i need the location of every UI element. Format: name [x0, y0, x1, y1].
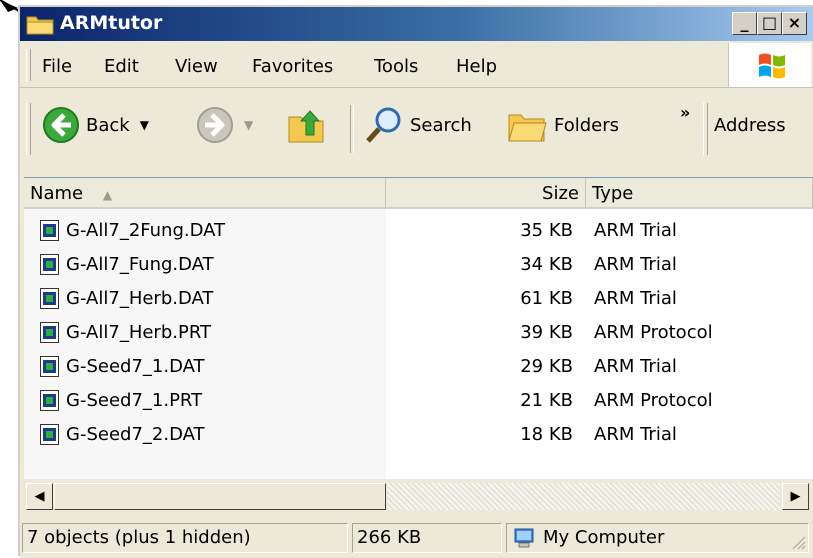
file-row[interactable]: G-All7_Fung.DAT 34 KB ARM Trial [24, 249, 813, 283]
column-size-label: Size [542, 183, 579, 204]
scroll-thumb[interactable] [54, 483, 386, 510]
forward-arrow-icon [197, 107, 233, 143]
file-name: G-All7_Herb.PRT [66, 322, 212, 343]
file-name: G-Seed7_1.DAT [66, 356, 205, 377]
minimize-button[interactable]: _ [732, 12, 757, 35]
file-row[interactable]: G-All7_2Fung.DAT 35 KB ARM Trial [24, 215, 813, 249]
file-size: 18 KB [520, 424, 573, 445]
search-icon [366, 107, 401, 143]
menu-help[interactable]: Help [456, 56, 497, 77]
forward-button[interactable]: ▼ [196, 105, 253, 145]
my-computer-icon [514, 528, 534, 548]
back-dropdown-icon[interactable]: ▼ [140, 118, 149, 132]
toolbar-overflow-chevron[interactable]: » [680, 103, 690, 122]
folders-button[interactable]: Folders [506, 105, 619, 145]
scroll-left-button[interactable]: ◀ [26, 483, 53, 510]
file-type: ARM Protocol [594, 322, 713, 343]
toolbar-separator [350, 105, 354, 153]
sort-ascending-icon: ▲ [102, 188, 113, 202]
status-object-count: 7 objects (plus 1 hidden) [22, 523, 348, 553]
horizontal-scrollbar[interactable]: ◀ ▶ [24, 479, 813, 514]
menu-tools[interactable]: Tools [374, 56, 418, 77]
search-label: Search [410, 114, 472, 136]
column-name-label: Name [30, 183, 84, 204]
back-arrow-icon [43, 107, 79, 143]
arm-file-icon [40, 356, 59, 377]
file-size: 34 KB [520, 254, 573, 275]
arm-file-icon [40, 424, 59, 445]
file-type: ARM Trial [594, 424, 677, 445]
file-name: G-All7_Herb.DAT [66, 288, 214, 309]
arm-file-icon [40, 220, 59, 241]
arm-file-icon [40, 254, 59, 275]
file-type: ARM Trial [594, 288, 677, 309]
status-bar: 7 objects (plus 1 hidden) 266 KB My Comp… [20, 517, 813, 558]
column-header-size[interactable]: Size [386, 178, 586, 209]
menu-edit[interactable]: Edit [104, 56, 139, 77]
scroll-track[interactable] [387, 483, 780, 510]
up-folder-icon [288, 110, 324, 143]
column-header-type[interactable]: Type [586, 178, 813, 209]
maximize-button[interactable]: □ [757, 12, 782, 35]
file-row[interactable]: G-All7_Herb.DAT 61 KB ARM Trial [24, 283, 813, 317]
menu-view[interactable]: View [175, 56, 218, 77]
file-type: ARM Protocol [594, 390, 713, 411]
menu-grip[interactable] [26, 49, 31, 81]
file-size: 29 KB [520, 356, 573, 377]
menu-bar: File Edit View Favorites Tools Help [20, 43, 813, 88]
windows-flag-icon [759, 53, 785, 79]
search-button[interactable]: Search [364, 105, 472, 145]
arm-file-icon [40, 322, 59, 343]
file-type: ARM Trial [594, 254, 677, 275]
scroll-right-button[interactable]: ▶ [782, 483, 809, 510]
arm-file-icon [40, 288, 59, 309]
file-type: ARM Trial [594, 220, 677, 241]
resize-grip-icon[interactable] [790, 534, 806, 550]
windows-logo-area [728, 43, 811, 87]
file-row[interactable]: G-All7_Herb.PRT 39 KB ARM Protocol [24, 317, 813, 351]
folders-icon [508, 114, 547, 142]
forward-dropdown-icon[interactable]: ▼ [244, 118, 253, 132]
file-name: G-All7_Fung.DAT [66, 254, 214, 275]
status-location: My Computer [506, 523, 809, 553]
status-location-label: My Computer [543, 527, 665, 548]
close-button[interactable]: × [782, 12, 807, 35]
up-folder-button[interactable] [286, 105, 326, 145]
menu-file[interactable]: File [42, 56, 72, 77]
standard-toolbar: Back ▼ ▼ Search Folders » Address [20, 89, 813, 175]
status-total-size: 266 KB [352, 523, 502, 553]
arm-file-icon [40, 390, 59, 411]
menu-favorites[interactable]: Favorites [252, 56, 333, 77]
back-label: Back [86, 114, 130, 136]
column-header-name[interactable]: Name ▲ [24, 178, 386, 209]
file-name: G-Seed7_1.PRT [66, 390, 203, 411]
back-button[interactable]: Back ▼ [42, 105, 149, 145]
window-title: ARMtutor [60, 12, 163, 34]
title-bar[interactable]: ARMtutor _ □ × [20, 7, 813, 41]
address-label[interactable]: Address [714, 115, 786, 136]
file-size: 21 KB [520, 390, 573, 411]
column-type-label: Type [592, 183, 634, 204]
file-row[interactable]: G-Seed7_1.PRT 21 KB ARM Protocol [24, 385, 813, 419]
file-size: 35 KB [520, 220, 573, 241]
explorer-window: ARMtutor _ □ × File Edit View Favorites … [18, 5, 813, 558]
folders-label: Folders [554, 114, 620, 136]
file-name: G-Seed7_2.DAT [66, 424, 205, 445]
file-row[interactable]: G-Seed7_1.DAT 29 KB ARM Trial [24, 351, 813, 385]
file-size: 39 KB [520, 322, 573, 343]
folder-icon [26, 16, 54, 35]
file-row[interactable]: G-Seed7_2.DAT 18 KB ARM Trial [24, 419, 813, 453]
file-size: 61 KB [520, 288, 573, 309]
file-type: ARM Trial [594, 356, 677, 377]
file-name: G-All7_2Fung.DAT [66, 220, 226, 241]
address-grip[interactable] [703, 103, 708, 155]
file-list-view: Name ▲ Size Type G-All7_2Fung.DAT 35 KB … [24, 177, 813, 480]
toolbar-grip[interactable] [26, 103, 31, 155]
